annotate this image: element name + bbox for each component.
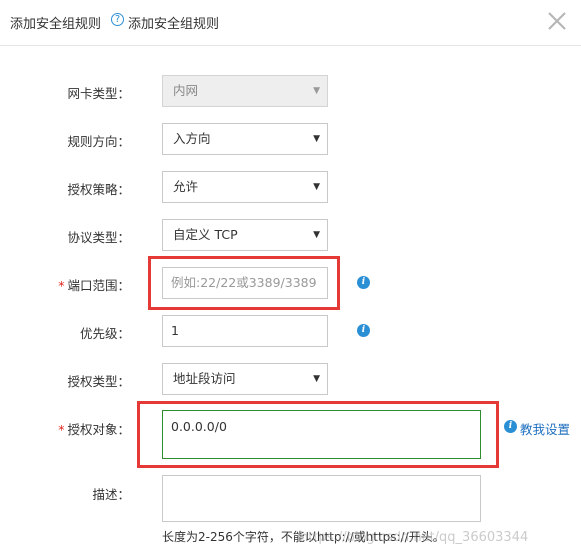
priority-label: 优先级： <box>79 326 130 341</box>
description-textarea[interactable] <box>162 475 481 522</box>
protocol-value: 自定义 TCP <box>173 227 238 242</box>
nic-type-value: 内网 <box>173 83 199 98</box>
port-range-label-text: 端口范围： <box>67 278 130 293</box>
dialog-header: 添加安全组规则 ? 添加安全组规则 <box>0 0 581 46</box>
direction-value: 入方向 <box>173 131 211 146</box>
caret-down-icon: ▼ <box>313 134 320 144</box>
help-setting-link[interactable]: 教我设置 <box>520 419 570 438</box>
info-icon[interactable]: i <box>357 276 370 289</box>
help-link[interactable]: 添加安全组规则 <box>128 13 219 32</box>
required-mark: * <box>58 422 65 437</box>
policy-label: 授权策略： <box>67 182 130 197</box>
protocol-select[interactable]: 自定义 TCP ▼ <box>162 219 328 251</box>
priority-input[interactable]: 1 <box>162 315 328 347</box>
required-mark: * <box>58 278 65 293</box>
caret-down-icon: ▼ <box>313 230 320 240</box>
direction-select[interactable]: 入方向 ▼ <box>162 123 328 155</box>
info-icon[interactable]: i <box>504 420 517 433</box>
direction-label: 规则方向： <box>67 134 130 149</box>
caret-down-icon: ▼ <box>313 374 320 384</box>
info-icon[interactable]: i <box>357 324 370 337</box>
protocol-label: 协议类型： <box>67 230 130 245</box>
port-range-input[interactable]: 例如:22/22或3389/3389 <box>162 267 328 299</box>
caret-down-icon: ▼ <box>313 182 320 192</box>
question-circle-icon[interactable]: ? <box>111 13 124 26</box>
auth-type-value: 地址段访问 <box>173 371 236 386</box>
nic-type-label: 网卡类型： <box>67 86 130 101</box>
auth-object-label: * 授权对象： <box>10 419 130 438</box>
dialog-title: 添加安全组规则 <box>10 17 102 32</box>
auth-object-label-text: 授权对象： <box>67 422 130 437</box>
close-icon[interactable] <box>546 10 568 32</box>
auth-object-textarea[interactable]: 0.0.0.0/0 <box>162 410 481 459</box>
auth-type-label: 授权类型： <box>67 374 130 389</box>
policy-select[interactable]: 允许 ▼ <box>162 171 328 203</box>
description-label: 描述： <box>92 487 130 502</box>
port-range-label: * 端口范围： <box>10 275 130 294</box>
watermark: https://blog.csdn.net/qq_36603344 <box>300 530 529 545</box>
policy-value: 允许 <box>173 179 199 194</box>
caret-down-icon: ▼ <box>313 86 320 96</box>
auth-type-select[interactable]: 地址段访问 ▼ <box>162 363 328 395</box>
nic-type-select: 内网 ▼ <box>162 75 328 107</box>
